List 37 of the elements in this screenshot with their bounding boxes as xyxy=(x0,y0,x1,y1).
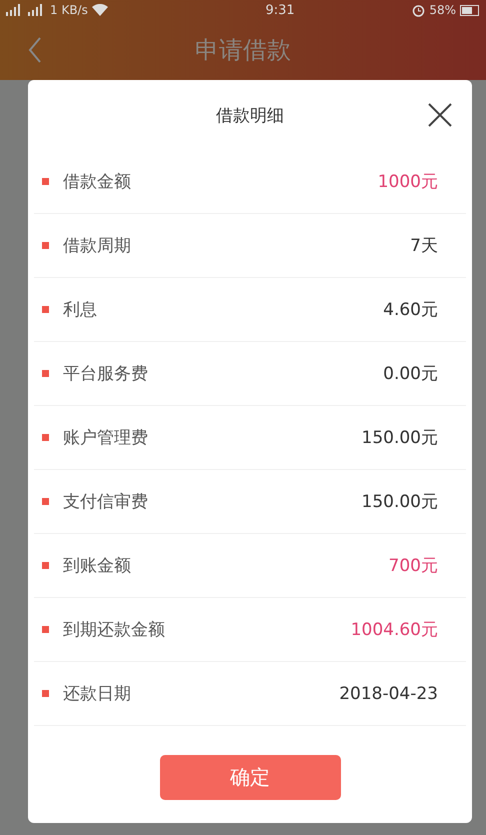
detail-label: 借款金额 xyxy=(63,171,132,193)
detail-value: 7天 xyxy=(410,235,438,257)
bullet-icon xyxy=(42,690,49,697)
detail-value: 1004.60元 xyxy=(350,619,438,641)
detail-label: 借款周期 xyxy=(63,235,132,257)
detail-label: 还款日期 xyxy=(63,683,132,705)
wifi-icon xyxy=(92,4,108,16)
detail-value: 700元 xyxy=(388,555,438,577)
network-speed: 1 KB/s xyxy=(50,3,88,17)
alarm-icon xyxy=(412,4,426,16)
confirm-button[interactable]: 确定 xyxy=(160,755,340,800)
detail-value: 150.00元 xyxy=(362,491,438,513)
bullet-icon xyxy=(42,242,49,249)
detail-label: 到期还款金额 xyxy=(63,619,166,641)
detail-label: 到账金额 xyxy=(63,555,132,577)
detail-label: 平台服务费 xyxy=(63,363,149,385)
detail-value: 2018-04-23 xyxy=(339,684,438,704)
detail-label: 支付信审费 xyxy=(63,491,149,513)
battery-icon xyxy=(460,4,480,16)
bullet-icon xyxy=(42,498,49,505)
detail-value: 150.00元 xyxy=(362,427,438,449)
battery-level: 58% xyxy=(429,3,456,17)
bullet-icon xyxy=(42,306,49,313)
bullet-icon xyxy=(42,370,49,377)
page-title: 申请借款 xyxy=(195,35,291,66)
bullet-icon xyxy=(42,626,49,633)
bullet-icon xyxy=(42,434,49,441)
detail-label: 利息 xyxy=(63,299,98,321)
detail-value: 1000元 xyxy=(378,171,438,193)
detail-value: 0.00元 xyxy=(383,363,438,385)
detail-value: 4.60元 xyxy=(383,299,438,321)
bullet-icon xyxy=(42,562,49,569)
dialog-title: 借款明细 xyxy=(216,104,284,126)
bullet-icon xyxy=(42,178,49,185)
detail-label: 账户管理费 xyxy=(63,427,149,449)
clock: 9:31 xyxy=(265,2,295,18)
close-icon[interactable] xyxy=(428,103,452,127)
